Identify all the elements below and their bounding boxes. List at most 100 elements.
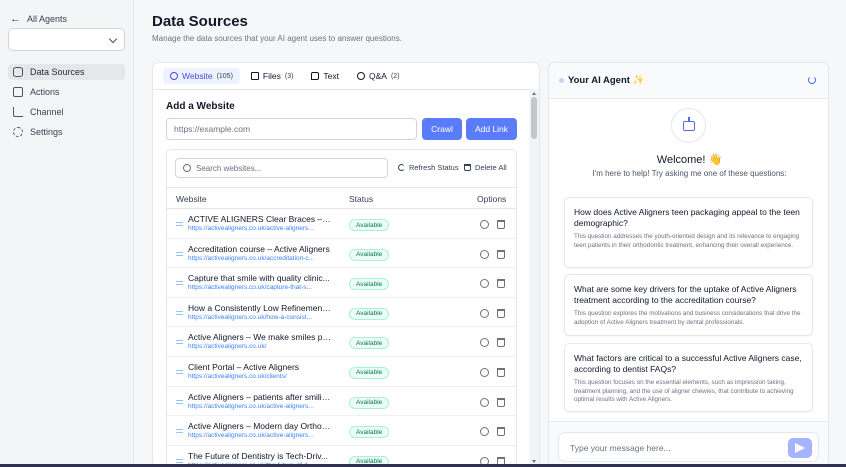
refresh-label: Refresh Status	[409, 163, 459, 172]
row-title: Accreditation course – Active Aligners	[188, 243, 330, 254]
info-icon[interactable]	[480, 427, 489, 437]
trash-icon[interactable]	[497, 427, 505, 437]
row-url[interactable]: https://activealigners.co.uk/active-alig…	[188, 403, 333, 410]
status-badge: Available	[349, 219, 390, 231]
table-row[interactable]: Capture that smile with quality clinic..…	[167, 268, 516, 298]
tab-website[interactable]: Website (105)	[163, 68, 240, 84]
table-row[interactable]: Accreditation course – Active Aligners ht…	[167, 239, 516, 269]
link-icon	[176, 340, 183, 345]
tab-label: Q&A	[369, 71, 387, 81]
page-title: Data Sources	[152, 13, 248, 30]
link-icon	[176, 222, 183, 226]
trash-icon[interactable]	[497, 397, 505, 407]
message-input[interactable]	[570, 441, 780, 455]
question-description: This question explores the motivations a…	[574, 310, 801, 326]
scrollbar[interactable]	[529, 89, 539, 466]
status-badge: Available	[349, 366, 390, 379]
row-title: Capture that smile with quality clinic..…	[188, 273, 330, 284]
tab-qa[interactable]: Q&A (2)	[350, 68, 407, 84]
sidebar-item-data-sources[interactable]: Data Sources	[8, 64, 125, 80]
suggested-question[interactable]: What are some key drivers for the uptake…	[564, 274, 813, 336]
status-badge: Available	[349, 307, 390, 320]
suggested-question[interactable]: How does Active Aligners teen packaging …	[564, 197, 813, 268]
tab-count: (3)	[284, 72, 294, 80]
tab-files[interactable]: Files (3)	[244, 68, 301, 84]
row-url[interactable]: https://activealigners.co.uk/	[188, 343, 333, 350]
info-icon[interactable]	[480, 249, 489, 259]
text-icon	[311, 72, 320, 80]
website-url-input[interactable]	[166, 118, 417, 140]
refresh-status-button[interactable]: Refresh Status	[398, 163, 459, 172]
table-row[interactable]: How a Consistently Low Refinement ... htt…	[167, 298, 516, 328]
sidebar-nav: Data Sources Actions Channel Settings	[8, 64, 125, 144]
tab-label: Website	[182, 71, 213, 81]
row-url[interactable]: https://activealigners.co.uk/accreditati…	[188, 255, 333, 262]
info-icon[interactable]	[480, 220, 489, 229]
sidebar-item-actions[interactable]: Actions	[8, 84, 125, 100]
sidebar-item-channel[interactable]: Channel	[8, 104, 125, 120]
suggested-question[interactable]: What factors are critical to a successfu…	[564, 343, 813, 412]
agent-select[interactable]	[8, 28, 125, 51]
tab-label: Files	[262, 71, 281, 81]
scrollbar-thumb[interactable]	[531, 97, 537, 139]
chat-title: Your AI Agent ✨	[568, 75, 645, 86]
info-icon[interactable]	[480, 338, 489, 348]
back-to-agents-link[interactable]: ← All Agents	[10, 13, 67, 25]
info-icon[interactable]	[480, 367, 489, 377]
add-link-button[interactable]: Add Link	[466, 118, 517, 140]
row-url[interactable]: https://activealigners.co.uk/how-a-consi…	[188, 314, 333, 321]
table-row[interactable]: Active Aligners – patients after smilin.…	[167, 387, 516, 417]
chat-input-bar	[549, 421, 828, 466]
website-search	[175, 158, 388, 178]
row-title: ACTIVE ALIGNERS Clear Braces – gu...	[188, 214, 333, 224]
table-row[interactable]: Active Aligners – We make smiles pe... ht…	[167, 327, 516, 357]
link-icon	[176, 310, 183, 315]
header-website: Website	[176, 194, 207, 204]
search-input[interactable]	[196, 161, 384, 176]
info-icon[interactable]	[480, 308, 489, 318]
row-url[interactable]: https://activealigners.co.uk/active-alig…	[188, 432, 333, 439]
trash-icon[interactable]	[497, 279, 505, 289]
link-icon	[176, 369, 183, 374]
table-row[interactable]: Client Portal – Active Aligners https://a…	[167, 357, 516, 387]
link-icon	[176, 281, 183, 286]
info-icon[interactable]	[480, 397, 489, 407]
trash-icon	[464, 164, 471, 171]
row-url[interactable]: https://activealigners.co.uk/clients/	[188, 373, 333, 380]
status-badge: Available	[349, 426, 390, 439]
trash-icon[interactable]	[497, 367, 505, 377]
question-text: How does Active Aligners teen packaging …	[574, 207, 800, 228]
globe-icon	[170, 72, 178, 80]
sidebar-item-label: Channel	[30, 107, 64, 117]
trash-icon[interactable]	[497, 220, 505, 229]
crawl-button[interactable]: Crawl	[422, 118, 462, 140]
status-badge: Available	[349, 278, 390, 291]
sidebar: ← All Agents Data Sources Actions Channe…	[0, 0, 134, 467]
tab-divider	[153, 89, 531, 90]
tab-text[interactable]: Text	[304, 68, 346, 84]
row-title: How a Consistently Low Refinement ...	[188, 302, 333, 313]
trash-icon[interactable]	[497, 338, 505, 348]
question-description: This question addresses the youth-orient…	[574, 233, 800, 249]
row-url[interactable]: https://activealigners.co.uk/capture-tha…	[188, 284, 333, 291]
scroll-down-icon[interactable]	[532, 460, 536, 463]
trash-icon[interactable]	[497, 249, 505, 259]
robot-icon	[683, 121, 695, 131]
delete-all-button[interactable]: Delete All	[464, 163, 507, 172]
table-row[interactable]: ACTIVE ALIGNERS Clear Braces – gu... http…	[167, 209, 516, 239]
trash-icon[interactable]	[497, 308, 505, 318]
scroll-up-icon[interactable]	[532, 92, 536, 95]
tab-label: Text	[323, 71, 340, 81]
file-icon	[250, 72, 259, 80]
send-button[interactable]	[788, 438, 812, 458]
status-badge: Available	[349, 396, 390, 409]
sidebar-item-settings[interactable]: Settings	[8, 124, 125, 140]
tab-count: (2)	[390, 72, 400, 80]
question-text: What factors are critical to a successfu…	[574, 353, 802, 374]
table-row[interactable]: Active Aligners – Modern day Orthod... ht…	[167, 416, 516, 446]
refresh-chat-icon[interactable]	[808, 76, 816, 84]
arrow-left-icon: ←	[10, 13, 21, 25]
row-url[interactable]: https://activealigners.co.uk/active-alig…	[188, 225, 333, 232]
table-body: ACTIVE ALIGNERS Clear Braces – gu... http…	[167, 209, 516, 466]
info-icon[interactable]	[480, 279, 489, 289]
